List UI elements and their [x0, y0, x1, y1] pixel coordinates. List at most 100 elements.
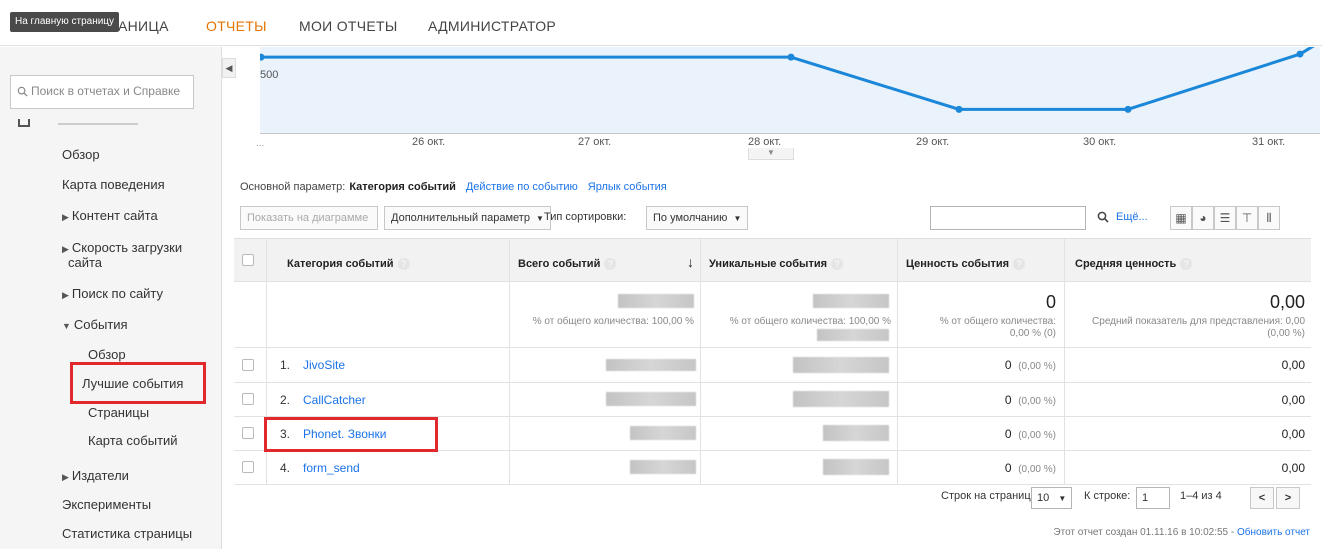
- chevron-right-icon: >: [1284, 492, 1292, 504]
- view-performance-icon[interactable]: ☰: [1214, 206, 1236, 230]
- sidebar-search[interactable]: [10, 75, 194, 109]
- select-all-checkbox[interactable]: [242, 254, 254, 266]
- view-comparison-icon[interactable]: ⊤: [1236, 206, 1258, 230]
- header-unique-events[interactable]: Уникальные события?: [701, 239, 898, 281]
- primary-dimension-row: Основной параметр: Категория событий Дейст…: [240, 181, 667, 193]
- advanced-filter-link[interactable]: Ещё...: [1116, 211, 1148, 223]
- dimension-event-label[interactable]: Ярлык события: [588, 181, 667, 193]
- secondary-dimension-dropdown[interactable]: Дополнительный параметр ▼: [384, 206, 551, 230]
- rows-per-page-select[interactable]: 10 ▼: [1031, 487, 1073, 509]
- event-category-link[interactable]: form_send: [303, 461, 360, 475]
- tab-admin[interactable]: АДМИНИСТРАТОР: [428, 18, 556, 34]
- collapse-sidebar-button[interactable]: ◀: [222, 58, 236, 78]
- row-checkbox[interactable]: [242, 427, 254, 439]
- chart-point-2[interactable]: [955, 105, 963, 113]
- chart-resize-handle[interactable]: ▼: [748, 148, 794, 160]
- caret-down-icon: ▼: [62, 321, 71, 331]
- sidebar-item-events-overview[interactable]: Обзор: [88, 347, 126, 362]
- dimension-event-action[interactable]: Действие по событию: [466, 181, 578, 193]
- event-category-link[interactable]: JivoSite: [303, 358, 345, 372]
- summary-avg-value: 0,00 Средний показатель для представлени…: [1092, 292, 1305, 339]
- help-icon[interactable]: ?: [1180, 258, 1193, 270]
- row-checkbox-cell: [234, 348, 267, 382]
- sort-type-label: Тип сортировки:: [544, 211, 627, 223]
- chart-point-0[interactable]: [260, 53, 265, 61]
- chart-point-1[interactable]: [787, 53, 795, 61]
- sidebar-item-overview[interactable]: Обзор: [62, 147, 100, 162]
- redacted-value: [823, 425, 889, 441]
- sidebar-item-events[interactable]: ▼ События: [62, 317, 128, 332]
- header-event-value[interactable]: Ценность события?: [898, 239, 1065, 281]
- plot-rows-button[interactable]: Показать на диаграмме: [240, 206, 378, 230]
- sort-desc-icon[interactable]: ↓: [687, 254, 694, 270]
- sort-type-dropdown[interactable]: По умолчанию ▼: [646, 206, 749, 230]
- x-tick-0: ...: [256, 138, 265, 149]
- sidebar-item-behavior-flow[interactable]: Карта поведения: [62, 177, 165, 192]
- header-checkbox-cell: [234, 239, 267, 281]
- row-value-cell: 0 (0,00 %): [898, 451, 1065, 484]
- sidebar-item-experiments[interactable]: Эксперименты: [62, 497, 151, 512]
- row-avg-cell: 0,00: [1281, 427, 1305, 441]
- row-checkbox[interactable]: [242, 359, 254, 371]
- header-avg-value[interactable]: Средняя ценность?: [1065, 239, 1311, 281]
- summary-blank: [234, 282, 267, 347]
- section-label-cut: [58, 123, 138, 125]
- y-tick-500: 500: [260, 69, 279, 81]
- chart-point-4[interactable]: [1296, 50, 1304, 58]
- header-total-events[interactable]: Всего событий? ↓: [510, 239, 701, 281]
- row-checkbox[interactable]: [242, 461, 254, 473]
- table-search-icon[interactable]: [1092, 206, 1114, 230]
- rows-per-page-label: Строк на странице:: [941, 490, 1040, 502]
- prev-page-button[interactable]: <: [1250, 487, 1274, 509]
- sidebar-search-input[interactable]: [31, 84, 191, 98]
- view-table-icon[interactable]: ▦: [1170, 206, 1192, 230]
- redacted-unique-extra: [817, 329, 889, 341]
- redacted-value: [630, 426, 696, 440]
- dimension-event-category: Категория событий: [349, 181, 456, 193]
- summary-unique-events: % от общего количества: 100,00 %: [701, 282, 898, 347]
- row-avg-cell: 0,00: [1281, 358, 1305, 372]
- tab-home[interactable]: АНИЦА: [118, 18, 169, 34]
- view-pie-icon[interactable]: ◕: [1192, 206, 1214, 230]
- table-row: 4. form_send 0 (0,00 %) 0,00: [234, 451, 1311, 485]
- sidebar-item-site-search[interactable]: ▶ Поиск по сайту: [62, 286, 163, 301]
- sidebar-item-events-flow[interactable]: Карта событий: [88, 433, 178, 448]
- help-icon[interactable]: ?: [1013, 258, 1026, 270]
- row-category-cell: 2. CallCatcher: [267, 383, 510, 416]
- x-tick-6: 31 окт.: [1252, 136, 1286, 148]
- tab-my-reports[interactable]: МОИ ОТЧЕТЫ: [299, 18, 398, 34]
- sidebar-item-site-speed[interactable]: ▶ Скорость загрузки сайта: [62, 241, 182, 270]
- table-search-input[interactable]: [930, 206, 1086, 230]
- go-to-row-input[interactable]: 1: [1136, 487, 1170, 509]
- event-category-link[interactable]: CallCatcher: [303, 393, 366, 407]
- dropdown-arrow-icon: ▼: [536, 214, 544, 223]
- view-pivot-icon[interactable]: ⫴: [1258, 206, 1280, 230]
- help-icon[interactable]: ?: [397, 258, 410, 270]
- summary-blank-category: [267, 282, 510, 347]
- dropdown-arrow-icon: ▼: [733, 214, 742, 223]
- tab-reports[interactable]: ОТЧЕТЫ: [206, 18, 267, 34]
- row-unique-cell: [701, 417, 898, 450]
- sidebar-item-site-content[interactable]: ▶ Контент сайта: [62, 208, 158, 223]
- help-icon[interactable]: ?: [831, 258, 844, 270]
- x-tick-1: 26 окт.: [412, 136, 446, 148]
- redacted-value: [793, 391, 889, 407]
- help-icon[interactable]: ?: [604, 258, 617, 270]
- refresh-report-link[interactable]: Обновить отчет: [1237, 527, 1310, 538]
- sidebar-item-publishers[interactable]: ▶ Издатели: [62, 468, 129, 483]
- row-unique-cell: [701, 383, 898, 416]
- sidebar-item-pages[interactable]: Страницы: [88, 405, 149, 420]
- redacted-value: [606, 392, 696, 406]
- header-event-category[interactable]: Категория событий?: [267, 239, 510, 281]
- x-tick-4: 29 окт.: [916, 136, 950, 148]
- table-header-row: Категория событий? Всего событий? ↓ Уника…: [234, 239, 1311, 282]
- row-avg-cell: 0,00: [1281, 393, 1305, 407]
- highlight-top-events: [70, 362, 206, 404]
- sidebar-item-page-analytics[interactable]: Статистика страницы: [62, 526, 192, 541]
- next-page-button[interactable]: >: [1276, 487, 1300, 509]
- chart-svg: [260, 47, 1315, 113]
- chart-point-3[interactable]: [1124, 105, 1132, 113]
- caret-right-icon: ▶: [62, 290, 69, 300]
- events-chart: 500 ... 26 окт. 27 окт. 28 окт. 29 окт. …: [230, 47, 1322, 167]
- row-checkbox[interactable]: [242, 393, 254, 405]
